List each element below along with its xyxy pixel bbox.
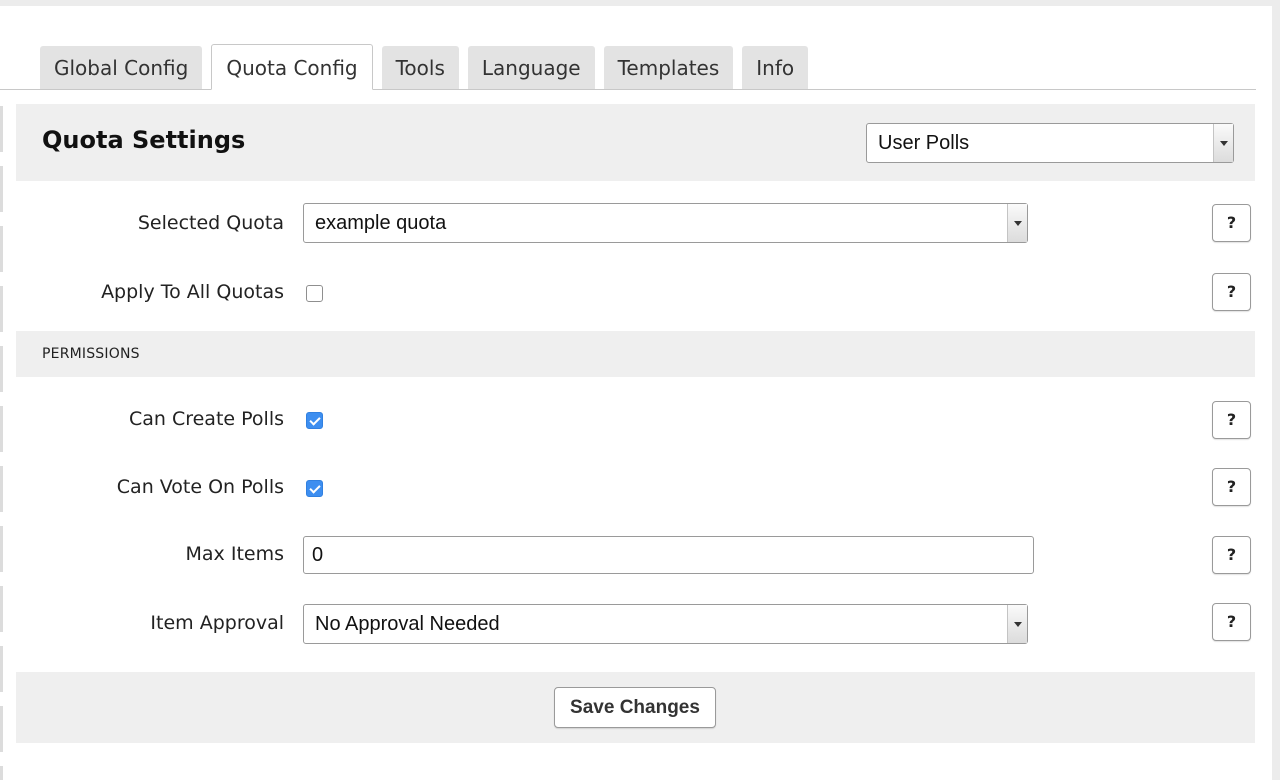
help-button-can-vote[interactable]: ? [1212,468,1251,506]
help-button-max-items[interactable]: ? [1212,536,1251,574]
save-changes-button[interactable]: Save Changes [554,687,716,728]
help-button-selected-quota[interactable]: ? [1212,204,1251,242]
tab-bar: Global Config Quota Config Tools Languag… [40,44,817,90]
can-create-polls-checkbox[interactable] [306,412,323,429]
permissions-heading: PERMISSIONS [42,346,140,362]
item-approval-value: No Approval Needed [315,613,500,635]
can-create-polls-label: Can Create Polls [128,408,284,430]
quota-settings-header: Quota Settings User Polls [16,104,1255,181]
chevron-down-icon [1007,204,1027,242]
page: Global Config Quota Config Tools Languag… [0,6,1272,780]
help-button-item-approval[interactable]: ? [1212,603,1251,641]
module-select[interactable]: User Polls [866,123,1234,163]
section-title: Quota Settings [42,126,246,154]
chevron-down-icon [1213,124,1233,162]
module-select-value: User Polls [878,132,970,154]
permissions-section: PERMISSIONS [16,331,1255,377]
help-button-can-create[interactable]: ? [1212,401,1251,439]
tab-global-config[interactable]: Global Config [40,46,203,90]
max-items-input[interactable]: 0 [303,536,1034,574]
can-vote-polls-label: Can Vote On Polls [116,476,284,498]
selected-quota-label: Selected Quota [137,212,284,234]
tab-bar-underline [0,89,1256,90]
item-approval-label: Item Approval [150,612,284,634]
apply-all-checkbox[interactable] [306,285,323,302]
help-button-apply-all[interactable]: ? [1212,273,1251,311]
apply-all-label: Apply To All Quotas [101,281,284,303]
tab-tools[interactable]: Tools [381,46,459,90]
max-items-label: Max Items [185,543,284,565]
can-vote-polls-checkbox[interactable] [306,480,323,497]
selected-quota-select[interactable]: example quota [303,203,1028,243]
chevron-down-icon [1007,605,1027,643]
item-approval-select[interactable]: No Approval Needed [303,604,1028,644]
tab-templates[interactable]: Templates [603,46,734,90]
left-edge-divider [0,106,3,780]
tab-language[interactable]: Language [467,46,595,90]
tab-quota-config[interactable]: Quota Config [211,44,373,90]
tab-info[interactable]: Info [742,46,809,90]
selected-quota-value: example quota [315,212,447,234]
form-footer: Save Changes [16,672,1255,743]
